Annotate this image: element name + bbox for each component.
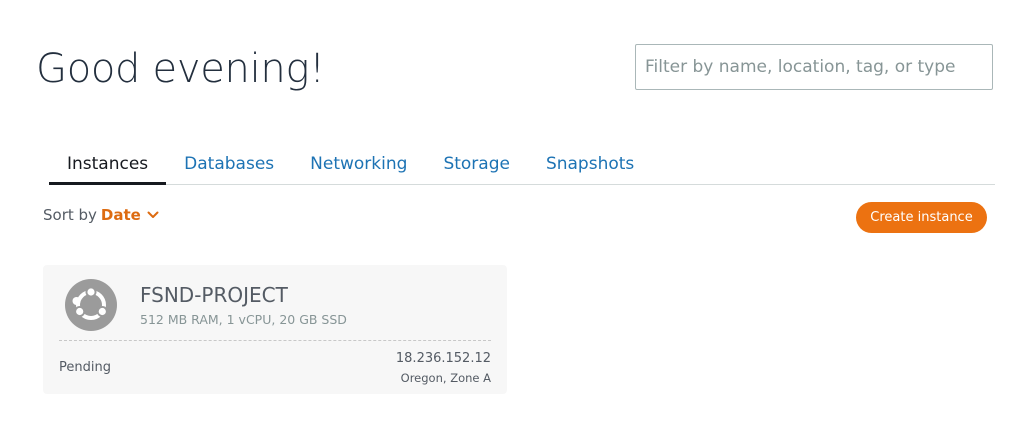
instance-spec: 512 MB RAM, 1 vCPU, 20 GB SSD — [140, 312, 347, 327]
sort-control: Sort by Date — [43, 206, 159, 224]
instance-ip: 18.236.152.12 — [395, 351, 491, 366]
instance-zone: Oregon, Zone A — [400, 371, 491, 385]
sort-dropdown[interactable]: Date — [101, 206, 159, 224]
instance-card[interactable]: FSND-PROJECT 512 MB RAM, 1 vCPU, 20 GB S… — [43, 265, 507, 394]
ubuntu-icon — [65, 279, 117, 331]
tab-databases[interactable]: Databases — [166, 150, 292, 184]
instance-name[interactable]: FSND-PROJECT — [140, 283, 288, 307]
card-divider — [59, 340, 491, 341]
resource-tabs: Instances Databases Networking Storage S… — [49, 150, 995, 185]
create-instance-button[interactable]: Create instance — [856, 202, 987, 233]
instance-status: Pending — [59, 360, 111, 375]
tab-instances[interactable]: Instances — [49, 150, 167, 185]
sort-value: Date — [100, 206, 141, 224]
chevron-down-icon — [147, 211, 159, 218]
tab-snapshots[interactable]: Snapshots — [528, 150, 652, 184]
tab-networking[interactable]: Networking — [292, 150, 425, 184]
page-greeting: Good evening! — [36, 46, 325, 92]
tab-storage[interactable]: Storage — [425, 150, 528, 184]
lightsail-home: Good evening! Instances Databases Networ… — [0, 0, 1011, 435]
sort-label: Sort by — [43, 206, 97, 224]
filter-input[interactable] — [635, 44, 993, 90]
